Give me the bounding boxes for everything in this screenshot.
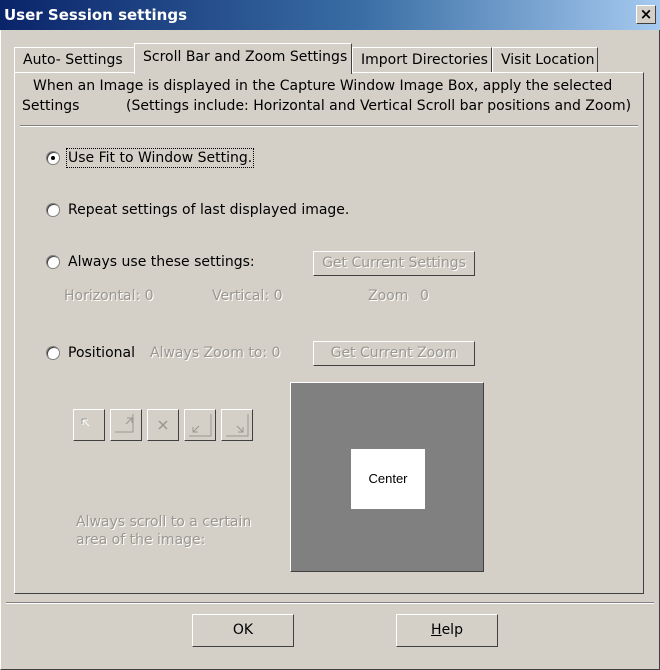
scroll-hint-line-2: area of the image: [76,532,206,548]
tab-label: Visit Location [501,52,595,68]
scroll-hint: Always scroll to a certain area of the i… [76,513,251,549]
help-button[interactable]: Help [396,614,498,647]
radio-label: Positional [68,345,135,361]
radio-icon [46,346,60,360]
scroll-hint-line-1: Always scroll to a certain [76,514,252,530]
vertical-value: Vertical: 0 [212,288,283,304]
help-mnemonic: H [431,622,442,638]
close-button[interactable]: × [636,5,656,24]
get-current-settings-button[interactable]: Get Current Settings [313,251,475,276]
radio-checked-icon [46,151,60,165]
radio-always-use[interactable]: Always use these settings: [46,254,255,270]
position-top-left-button[interactable] [73,409,105,441]
position-top-right-button[interactable] [110,409,142,441]
radio-fit-to-window[interactable]: Use Fit to Window Setting. [46,148,255,168]
get-current-zoom-button[interactable]: Get Current Zoom [313,341,475,366]
arrow-bottom-left-icon [189,414,212,437]
radio-label: Always use these settings: [68,254,255,270]
description-divider [20,125,638,127]
position-center-button[interactable] [147,409,179,441]
tab-scroll-bar-zoom[interactable]: Scroll Bar and Zoom Settings [134,43,352,74]
position-bottom-left-button[interactable] [184,409,216,441]
window-title: User Session settings [4,6,188,24]
close-icon: × [639,5,653,23]
footer-divider [6,602,654,604]
help-label: elp [441,622,463,638]
always-zoom-to: Always Zoom to: 0 [150,345,281,361]
radio-icon [46,203,60,217]
title-bar: User Session settings × [0,0,660,30]
arrow-top-right-icon [115,414,134,433]
center-marker: Center [351,449,425,509]
radio-positional[interactable]: Positional [46,345,135,361]
tab-label: Auto- Settings [23,52,123,68]
zoom-label: Zoom [368,288,409,304]
radio-label: Repeat settings of last displayed image. [68,202,350,218]
description-settings: Settings [22,98,80,114]
position-preview[interactable]: Center [290,382,484,572]
position-bottom-right-button[interactable] [221,409,253,441]
radio-repeat-last[interactable]: Repeat settings of last displayed image. [46,202,349,218]
arrow-center-icon [158,420,168,430]
tab-label: Scroll Bar and Zoom Settings [143,49,348,65]
arrow-bottom-right-icon [226,414,249,437]
radio-icon [46,255,60,269]
radio-label: Use Fit to Window Setting. [65,148,255,168]
description-detail: (Settings include: Horizontal and Vertic… [126,98,632,114]
description-line-2: Settings (Settings include: Horizontal a… [22,96,634,116]
tab-auto-settings[interactable]: Auto- Settings [14,47,136,73]
tab-label: Import Directories [361,52,488,68]
horizontal-value: Horizontal: 0 [64,288,154,304]
description: When an Image is displayed in the Captur… [22,76,634,116]
description-line-1: When an Image is displayed in the Captur… [33,78,613,94]
arrow-top-left-icon [81,418,90,427]
tab-visit-location[interactable]: Visit Location [492,47,598,73]
zoom-value: 0 [420,288,429,304]
tab-import-directories[interactable]: Import Directories [352,47,492,73]
ok-button[interactable]: OK [192,614,294,647]
